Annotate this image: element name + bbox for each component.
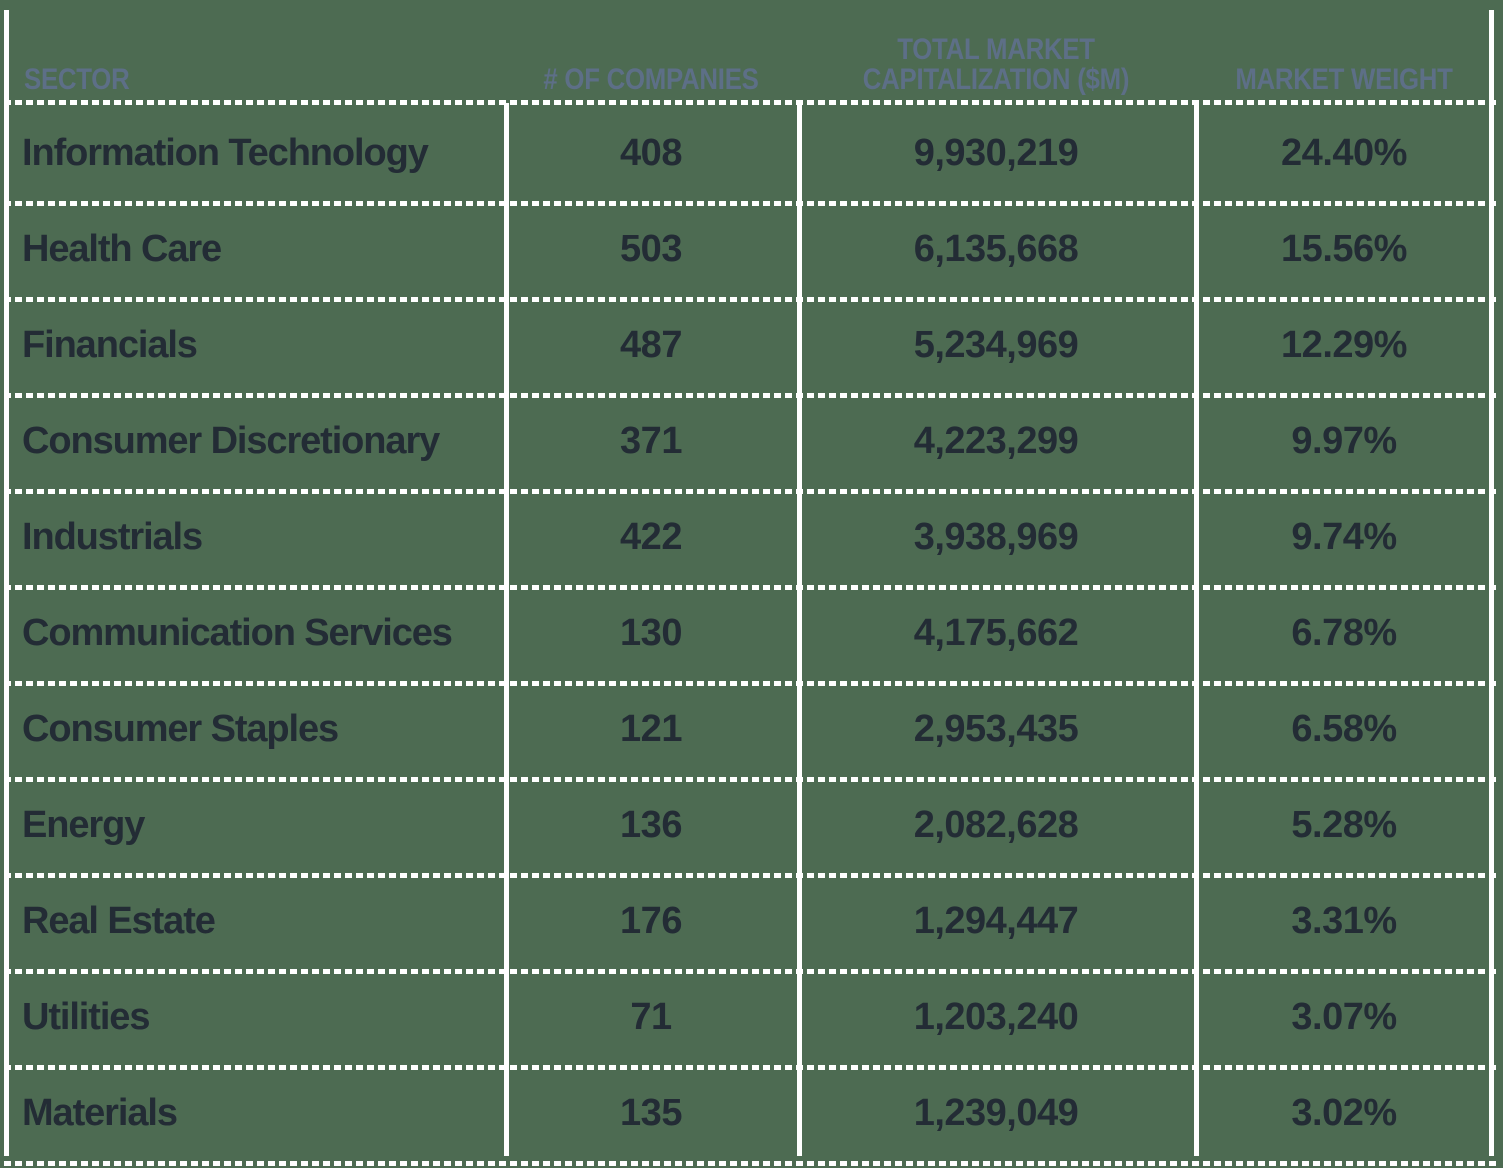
cell-weight: 6.58% xyxy=(1291,707,1397,750)
cell-weight: 5.28% xyxy=(1291,803,1397,846)
cell-companies: 503 xyxy=(620,227,682,270)
column-header-number-of-companies: # OF COMPANIES xyxy=(543,63,759,97)
cell-sector: Materials xyxy=(22,1091,178,1134)
cell-mktcap: 4,175,662 xyxy=(913,611,1079,654)
cell-mktcap: 2,082,628 xyxy=(913,803,1079,846)
table-row: Consumer Staples 121 2,953,435 6.58% xyxy=(0,681,1503,777)
cell-mktcap: 2,953,435 xyxy=(913,707,1079,750)
table-row: Consumer Discretionary 371 4,223,299 9.97% xyxy=(0,393,1503,489)
cell-companies: 487 xyxy=(620,323,682,366)
cell-sector: Real Estate xyxy=(22,899,216,942)
cell-mktcap: 5,234,969 xyxy=(913,323,1079,366)
cell-sector: Information Technology xyxy=(22,131,429,174)
table-header-row: SECTOR # OF COMPANIES TOTAL MARKET CAPIT… xyxy=(0,0,1503,100)
table-row: Communication Services 130 4,175,662 6.78% xyxy=(0,585,1503,681)
cell-sector: Communication Services xyxy=(22,611,453,654)
cell-sector: Consumer Discretionary xyxy=(22,419,440,462)
cell-weight: 3.02% xyxy=(1291,1091,1397,1134)
cell-companies: 371 xyxy=(620,419,682,462)
cell-sector: Energy xyxy=(22,803,145,846)
cell-mktcap: 3,938,969 xyxy=(913,515,1079,558)
cell-companies: 135 xyxy=(620,1091,682,1134)
cell-sector: Consumer Staples xyxy=(22,707,339,750)
cell-weight: 6.78% xyxy=(1291,611,1397,654)
cell-mktcap: 1,294,447 xyxy=(913,899,1079,942)
table-row: Health Care 503 6,135,668 15.56% xyxy=(0,201,1503,297)
table-row: Utilities 71 1,203,240 3.07% xyxy=(0,969,1503,1065)
cell-mktcap: 4,223,299 xyxy=(913,419,1079,462)
cell-companies: 422 xyxy=(620,515,682,558)
cell-weight: 15.56% xyxy=(1281,227,1407,270)
table-row: Information Technology 408 9,930,219 24.40% xyxy=(0,105,1503,201)
cell-mktcap: 1,203,240 xyxy=(913,995,1079,1038)
column-header-sector: SECTOR xyxy=(24,63,130,97)
cell-weight: 9.97% xyxy=(1291,419,1397,462)
cell-weight: 3.07% xyxy=(1291,995,1397,1038)
cell-sector: Health Care xyxy=(22,227,222,270)
cell-companies: 130 xyxy=(620,611,682,654)
sector-market-cap-table: SECTOR # OF COMPANIES TOTAL MARKET CAPIT… xyxy=(0,0,1503,1168)
cell-mktcap: 9,930,219 xyxy=(913,131,1079,174)
cell-sector: Financials xyxy=(22,323,198,366)
cell-companies: 121 xyxy=(620,707,682,750)
cell-weight: 3.31% xyxy=(1291,899,1397,942)
table-row: Financials 487 5,234,969 12.29% xyxy=(0,297,1503,393)
cell-companies: 136 xyxy=(620,803,682,846)
table-row: Industrials 422 3,938,969 9.74% xyxy=(0,489,1503,585)
cell-companies: 408 xyxy=(620,131,682,174)
cell-companies: 176 xyxy=(620,899,682,942)
cell-mktcap: 6,135,668 xyxy=(913,227,1079,270)
row-rule xyxy=(4,1161,1499,1166)
cell-mktcap: 1,239,049 xyxy=(913,1091,1079,1134)
column-header-total-market-capitalization: TOTAL MARKET CAPITALIZATION ($M) xyxy=(862,32,1130,97)
cell-sector: Utilities xyxy=(22,995,150,1038)
cell-weight: 9.74% xyxy=(1291,515,1397,558)
table-row: Energy 136 2,082,628 5.28% xyxy=(0,777,1503,873)
cell-weight: 12.29% xyxy=(1281,323,1407,366)
table-row: Materials 135 1,239,049 3.02% xyxy=(0,1065,1503,1161)
cell-companies: 71 xyxy=(630,995,672,1038)
cell-weight: 24.40% xyxy=(1281,131,1407,174)
table-row: Real Estate 176 1,294,447 3.31% xyxy=(0,873,1503,969)
column-header-market-weight: MARKET WEIGHT xyxy=(1235,63,1453,97)
cell-sector: Industrials xyxy=(22,515,203,558)
